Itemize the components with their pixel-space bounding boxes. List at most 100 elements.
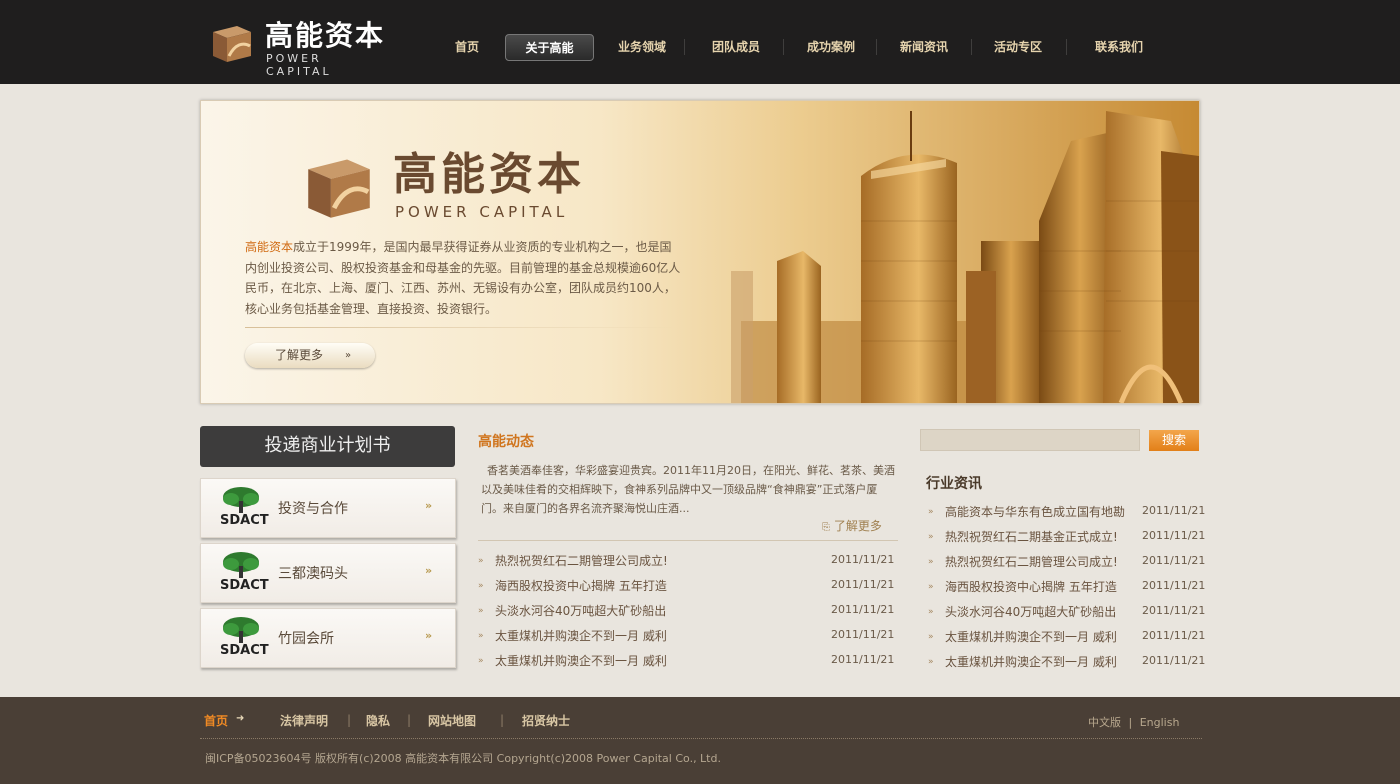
- news-title: 太重煤机并购澳企不到一月 威利: [495, 654, 667, 668]
- bullet-arrow-icon: »: [928, 532, 934, 542]
- sdact-logo-text: SDACT: [220, 513, 269, 528]
- news-date: 2011/11/21: [1142, 604, 1206, 617]
- nav-divider: [876, 39, 877, 55]
- bullet-arrow-icon: »: [928, 557, 934, 567]
- learn-more-label: 了解更多: [275, 348, 324, 362]
- copyright-text: 闽ICP备05023604号 版权所有(c)2008 高能资本有限公司 Copy…: [205, 752, 721, 765]
- industry-news-title: 行业资讯: [926, 476, 982, 492]
- news-date: 2011/11/21: [1142, 504, 1206, 517]
- company-news-more-link[interactable]: ⎘ 了解更多: [822, 517, 882, 534]
- bullet-arrow-icon: »: [928, 632, 934, 642]
- news-date: 2011/11/21: [1142, 629, 1206, 642]
- news-date: 2011/11/21: [831, 553, 895, 566]
- list-item[interactable]: » 高能资本与华东有色成立国有地勘 2011/11/21: [928, 503, 1206, 523]
- news-date: 2011/11/21: [831, 628, 895, 641]
- bullet-arrow-icon: »: [478, 556, 484, 566]
- news-date: 2011/11/21: [831, 653, 895, 666]
- nav-cases[interactable]: 成功案例: [787, 34, 875, 61]
- news-date: 2011/11/21: [831, 578, 895, 591]
- nav-divider: [684, 39, 685, 55]
- city-skyline-illustration: [731, 111, 1199, 403]
- news-title: 头淡水河谷40万吨超大矿砂船出: [495, 604, 667, 618]
- learn-more-button[interactable]: 了解更多 »: [245, 343, 375, 368]
- list-item[interactable]: » 海西股权投资中心揭牌 五年打造 2011/11/21: [928, 578, 1206, 598]
- nav-team[interactable]: 团队成员: [691, 34, 781, 61]
- news-date: 2011/11/21: [831, 603, 895, 616]
- chevron-right-icon: »: [425, 629, 433, 642]
- card-sandu-port[interactable]: SDACT 三都澳码头 »: [200, 543, 456, 603]
- list-item[interactable]: » 太重煤机并购澳企不到一月 威利 2011/11/21: [478, 652, 898, 672]
- news-title: 热烈祝贺红石二期基金正式成立!: [945, 530, 1118, 544]
- nav-home[interactable]: 首页: [434, 34, 500, 61]
- language-switcher: 中文版 | English: [1088, 714, 1179, 730]
- nav-contact[interactable]: 联系我们: [1074, 34, 1164, 61]
- site-logo[interactable]: 高能资本 POWER CAPITAL: [211, 19, 391, 78]
- chevron-right-icon: »: [425, 564, 433, 577]
- news-title: 太重煤机并购澳企不到一月 威利: [945, 630, 1117, 644]
- hero-banner: 高能资本 POWER CAPITAL 高能资本成立于1999年，是国内最早获得证…: [200, 100, 1200, 404]
- banner-logo-en: POWER CAPITAL: [395, 203, 569, 221]
- list-item[interactable]: » 海西股权投资中心揭牌 五年打造 2011/11/21: [478, 577, 898, 597]
- double-arrow-icon: »: [345, 350, 352, 361]
- intro-divider: [245, 327, 677, 328]
- sdact-logo-text: SDACT: [220, 643, 269, 658]
- divider: [478, 540, 898, 541]
- list-item[interactable]: » 太重煤机并购澳企不到一月 威利 2011/11/21: [928, 653, 1206, 673]
- intro-highlight[interactable]: 高能资本: [245, 240, 293, 254]
- bullet-arrow-icon: »: [928, 507, 934, 517]
- logo-text-cn: 高能资本: [265, 19, 386, 52]
- card-label: 投资与合作: [278, 501, 348, 517]
- bullet-arrow-icon: »: [928, 657, 934, 667]
- news-title: 太重煤机并购澳企不到一月 威利: [495, 629, 667, 643]
- bullet-arrow-icon: »: [478, 606, 484, 616]
- news-title: 头淡水河谷40万吨超大矿砂船出: [945, 605, 1117, 619]
- nav-about[interactable]: 关于高能: [505, 34, 594, 61]
- list-item[interactable]: » 头淡水河谷40万吨超大矿砂船出 2011/11/21: [928, 603, 1206, 623]
- list-item[interactable]: » 头淡水河谷40万吨超大矿砂船出 2011/11/21: [478, 602, 898, 622]
- nav-divider: [971, 39, 972, 55]
- company-intro: 高能资本成立于1999年，是国内最早获得证券从业资质的专业机构之一，也是国内创业…: [245, 237, 681, 319]
- search-button[interactable]: 搜索: [1149, 430, 1199, 451]
- footer-link-privacy[interactable]: 隐私: [366, 712, 390, 729]
- footer-link-home[interactable]: 首页: [204, 712, 228, 729]
- nav-events[interactable]: 活动专区: [975, 34, 1061, 61]
- footer-divider: |: [407, 713, 412, 727]
- news-date: 2011/11/21: [1142, 529, 1206, 542]
- news-title: 热烈祝贺红石二期管理公司成立!: [495, 554, 668, 568]
- card-bamboo-club[interactable]: SDACT 竹园会所 »: [200, 608, 456, 668]
- bullet-arrow-icon: »: [928, 607, 934, 617]
- sdact-logo-text: SDACT: [220, 578, 269, 593]
- lang-english-link[interactable]: English: [1140, 716, 1180, 729]
- news-date: 2011/11/21: [1142, 579, 1206, 592]
- nav-news[interactable]: 新闻资讯: [880, 34, 968, 61]
- list-item[interactable]: » 太重煤机并购澳企不到一月 威利 2011/11/21: [928, 628, 1206, 648]
- news-title: 太重煤机并购澳企不到一月 威利: [945, 655, 1117, 669]
- footer-link-sitemap[interactable]: 网站地图: [428, 712, 476, 729]
- card-label: 三都澳码头: [278, 566, 348, 582]
- submit-business-plan-button[interactable]: 投递商业计划书: [200, 426, 455, 467]
- footer-dotted-divider: [200, 738, 1202, 739]
- chevron-right-icon: »: [425, 499, 433, 512]
- nav-business[interactable]: 业务领域: [600, 34, 684, 61]
- list-item[interactable]: » 热烈祝贺红石二期基金正式成立! 2011/11/21: [928, 528, 1206, 548]
- lang-chinese-link[interactable]: 中文版: [1088, 716, 1121, 729]
- footer-link-legal[interactable]: 法律声明: [280, 712, 328, 729]
- list-item[interactable]: » 太重煤机并购澳企不到一月 威利 2011/11/21: [478, 627, 898, 647]
- intro-text: 成立于1999年，是国内最早获得证券从业资质的专业机构之一，也是国内创业投资公司…: [245, 240, 681, 316]
- footer-divider: |: [500, 713, 505, 727]
- banner-logo-cn: 高能资本: [393, 149, 585, 200]
- arrow-right-icon: ➜: [236, 713, 245, 724]
- bullet-arrow-icon: »: [928, 582, 934, 592]
- list-item[interactable]: » 热烈祝贺红石二期管理公司成立! 2011/11/21: [928, 553, 1206, 573]
- site-footer: [0, 697, 1400, 784]
- bullet-arrow-icon: »: [478, 631, 484, 641]
- search-input[interactable]: [920, 429, 1140, 451]
- card-investment[interactable]: SDACT 投资与合作 »: [200, 478, 456, 538]
- nav-divider: [783, 39, 784, 55]
- more-link-label: 了解更多: [833, 519, 882, 533]
- footer-link-careers[interactable]: 招贤纳士: [522, 712, 570, 729]
- news-date: 2011/11/21: [1142, 654, 1206, 667]
- list-item[interactable]: » 热烈祝贺红石二期管理公司成立! 2011/11/21: [478, 552, 898, 572]
- news-date: 2011/11/21: [1142, 554, 1206, 567]
- news-title: 海西股权投资中心揭牌 五年打造: [495, 579, 667, 593]
